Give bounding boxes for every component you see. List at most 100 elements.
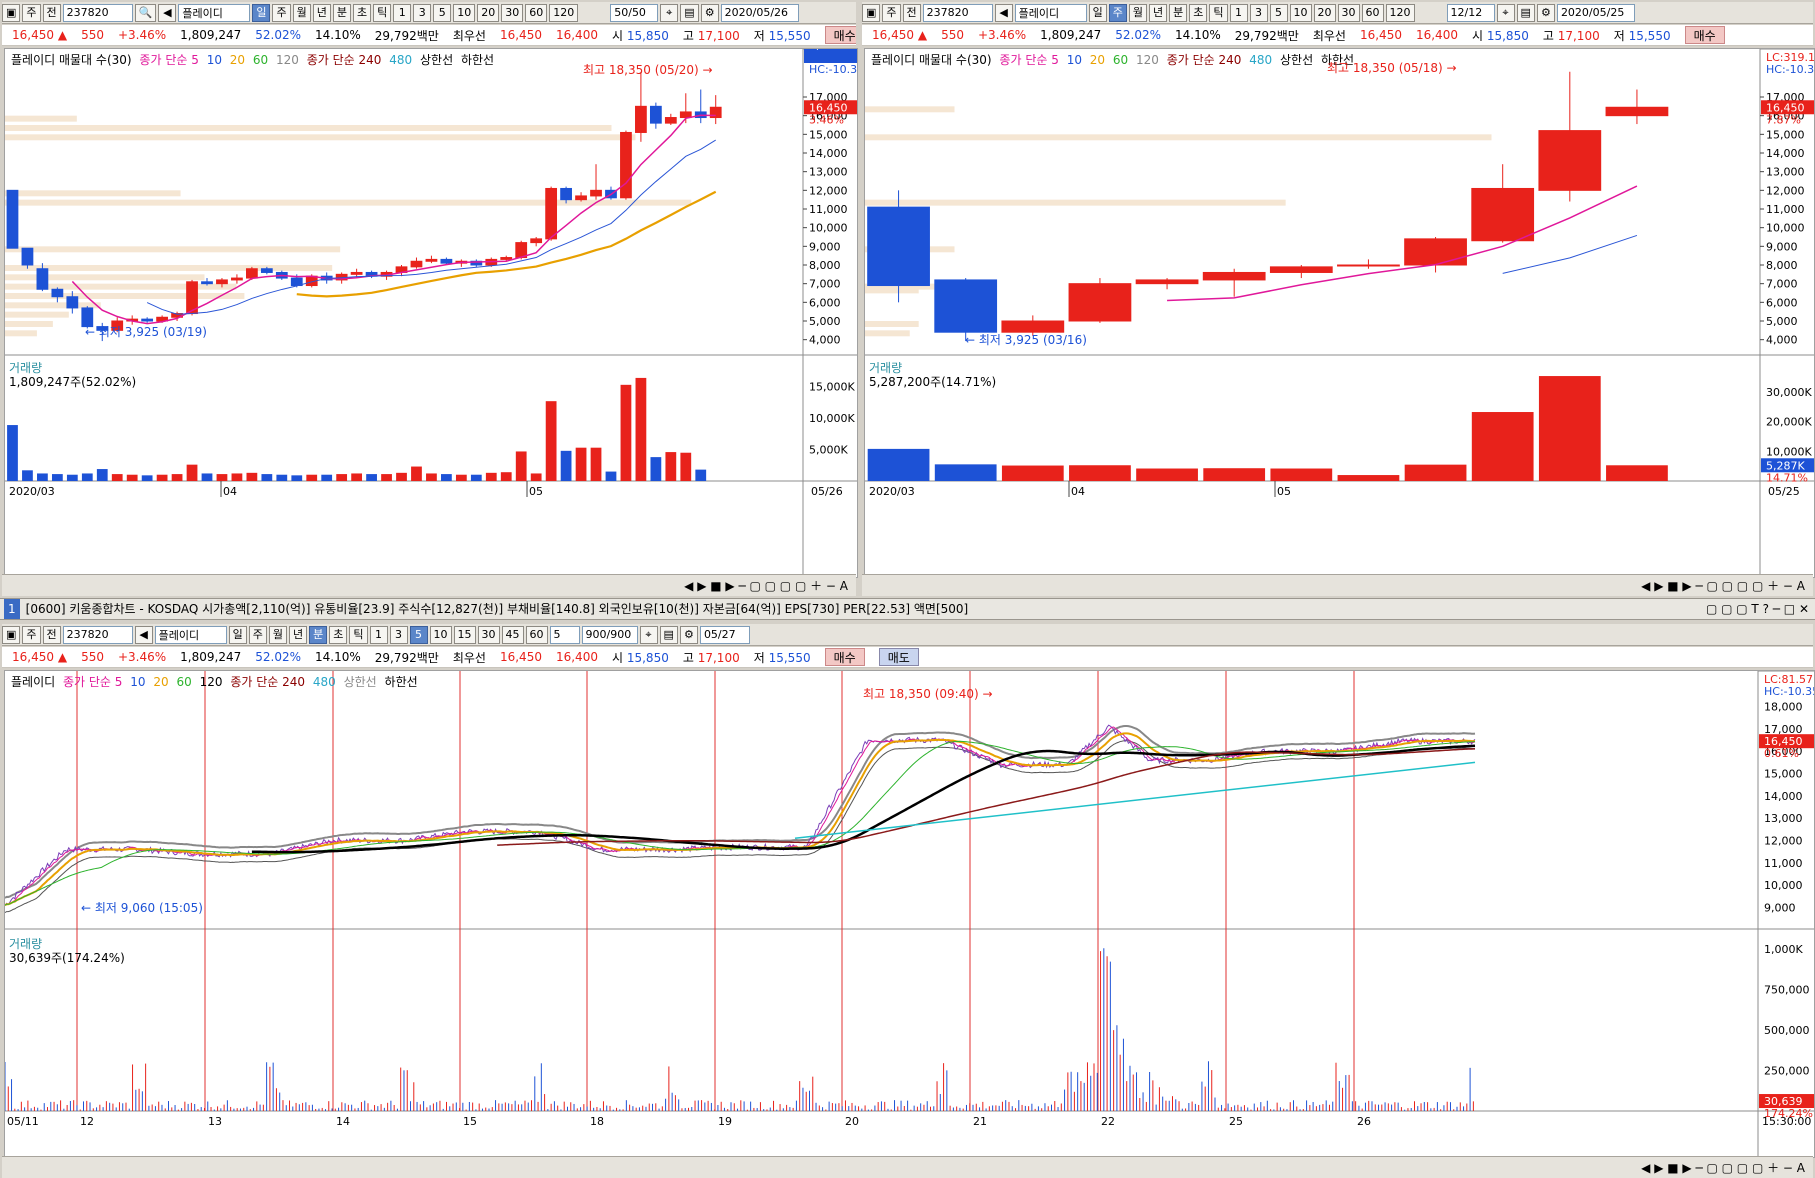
view-select[interactable]: 주	[882, 3, 901, 22]
period-year[interactable]: 년	[312, 3, 331, 22]
range-30[interactable]: 30	[1337, 3, 1360, 22]
period-minute[interactable]: 분	[1169, 3, 1188, 22]
period-second[interactable]: 초	[352, 3, 372, 22]
window-icon[interactable]: ▣	[2, 625, 21, 644]
weekly-scroll-bar[interactable]: ◀ ▶ ■ ▶ ─ ▢ ▢ ▢ ▢ ＋ − A	[862, 574, 1813, 596]
search-icon[interactable]: 🔍	[134, 3, 157, 22]
view-select[interactable]: 주	[22, 625, 41, 644]
range-3[interactable]: 3	[413, 3, 432, 22]
gear-icon[interactable]: ⚙	[1536, 3, 1555, 22]
save-icon[interactable]: ▤	[659, 625, 678, 644]
period-tick[interactable]: 틱	[1209, 3, 1228, 22]
crosshair-icon[interactable]: ⌖	[1496, 3, 1515, 22]
scope-select[interactable]: 전	[902, 3, 921, 22]
period-day[interactable]: 일	[228, 625, 247, 644]
period-tick[interactable]: 틱	[349, 625, 368, 644]
period-week[interactable]: 주	[248, 625, 267, 644]
range-1[interactable]: 1	[1229, 3, 1248, 22]
date-input[interactable]: 05/27	[699, 625, 750, 644]
window-icon[interactable]: ▣	[2, 3, 21, 22]
save-icon[interactable]: ▤	[680, 3, 699, 22]
daily-scroll-bar[interactable]: ◀ ▶ ■ ▶ ─ ▢ ▢ ▢ ▢ ＋ − A	[2, 574, 856, 596]
range-60[interactable]: 60	[1361, 3, 1384, 22]
buy-button[interactable]: 매수	[824, 26, 856, 44]
period-year[interactable]: 년	[289, 625, 308, 644]
period-minute[interactable]: 분	[332, 3, 351, 22]
min-5[interactable]: 5	[409, 625, 428, 644]
range-20[interactable]: 20	[477, 3, 500, 22]
speaker-icon[interactable]: ◀	[994, 3, 1013, 22]
date-input[interactable]: 2020/05/25	[1556, 3, 1635, 22]
crosshair-icon[interactable]: ⌖	[660, 3, 679, 22]
weekly-price-chart[interactable]: 17,000 16,000 15,000 14,000 13,000 12,000 11,0…	[864, 48, 1815, 578]
crosshair-icon[interactable]: ⌖	[639, 625, 658, 644]
min-10[interactable]: 10	[429, 625, 452, 644]
period-second[interactable]: 초	[1189, 3, 1208, 22]
gear-icon[interactable]: ⚙	[679, 625, 698, 644]
min-1[interactable]: 1	[369, 625, 388, 644]
zoom-controls[interactable]: ◀ ▶ ■ ▶ ─ ▢ ▢ ▢ ▢ ＋ − A	[1641, 1159, 1805, 1176]
window-number[interactable]: 1	[4, 599, 20, 619]
zoom-controls[interactable]: ◀ ▶ ■ ▶ ─ ▢ ▢ ▢ ▢ ＋ − A	[1641, 577, 1805, 594]
tick-select[interactable]: 5	[549, 625, 580, 644]
minute-price-chart[interactable]: 18,000 17,000 16,000 15,000 14,000 13,000 12,0…	[4, 670, 1815, 1158]
period-minute[interactable]: 분	[309, 625, 328, 644]
date-input[interactable]: 2020/05/26	[720, 3, 799, 22]
scope-select[interactable]: 전	[42, 625, 61, 644]
stock-name[interactable]: 플레이디	[178, 3, 251, 22]
min-30[interactable]: 30	[477, 625, 500, 644]
zoom-controls[interactable]: ◀ ▶ ■ ▶ ─ ▢ ▢ ▢ ▢ ＋ − A	[684, 577, 848, 594]
period-year[interactable]: 년	[1149, 3, 1168, 22]
code-input[interactable]: 237820	[62, 3, 133, 22]
view-select[interactable]: 주	[22, 3, 41, 22]
volume-bar	[261, 474, 273, 481]
window-icon[interactable]: ▣	[862, 3, 881, 22]
period-week[interactable]: 주	[1108, 3, 1127, 22]
period-day[interactable]: 일	[1088, 3, 1107, 22]
gear-icon[interactable]: ⚙	[700, 3, 719, 22]
minute-scroll-bar[interactable]: ◀ ▶ ■ ▶ ─ ▢ ▢ ▢ ▢ ＋ − A	[2, 1156, 1813, 1178]
code-input[interactable]: 237820	[922, 3, 993, 22]
candle-body	[560, 187, 572, 201]
range-3[interactable]: 3	[1249, 3, 1268, 22]
min-3[interactable]: 3	[389, 625, 408, 644]
period-month[interactable]: 월	[292, 3, 311, 22]
period-month[interactable]: 월	[268, 625, 288, 644]
stock-name[interactable]: 플레이디	[1014, 3, 1087, 22]
count-input[interactable]: 900/900	[581, 625, 638, 644]
speaker-icon[interactable]: ◀	[134, 625, 153, 644]
min-15[interactable]: 15	[453, 625, 476, 644]
bid-price: 16,400	[1415, 28, 1458, 42]
save-icon[interactable]: ▤	[1516, 3, 1535, 22]
sell-button[interactable]: 매도	[878, 648, 919, 666]
buy-button[interactable]: 매수	[824, 648, 865, 666]
range-30[interactable]: 30	[501, 3, 524, 22]
buy-button[interactable]: 매수	[1684, 26, 1725, 44]
scope-select[interactable]: 전	[42, 3, 61, 22]
range-1[interactable]: 1	[393, 3, 412, 22]
range-120[interactable]: 120	[1385, 3, 1415, 22]
stock-name[interactable]: 플레이디	[154, 625, 227, 644]
speaker-icon[interactable]: ◀	[158, 3, 177, 22]
period-week[interactable]: 주	[272, 3, 291, 22]
range-20[interactable]: 20	[1313, 3, 1336, 22]
count-input[interactable]: 50/50	[610, 3, 659, 22]
period-day[interactable]: 일	[252, 3, 271, 22]
range-120[interactable]: 120	[549, 3, 579, 22]
window-controls[interactable]: ▢ ▢ ▢ T ? ─ □ ✕	[1706, 599, 1809, 619]
period-second[interactable]: 초	[329, 625, 348, 644]
count-input[interactable]: 12/12	[1446, 3, 1495, 22]
range-5[interactable]: 5	[1269, 3, 1288, 22]
range-10[interactable]: 10	[1289, 3, 1312, 22]
legend-ma: 종가 단순 5	[139, 53, 199, 67]
code-input[interactable]: 237820	[62, 625, 133, 644]
min-45[interactable]: 45	[501, 625, 524, 644]
daily-price-chart[interactable]: 17,000 16,000 15,000 14,000 13,000 12,000 11,0…	[4, 48, 858, 578]
period-tick[interactable]: 틱	[373, 3, 392, 22]
range-5[interactable]: 5	[433, 3, 452, 22]
min-60[interactable]: 60	[525, 625, 548, 644]
period-month[interactable]: 월	[1128, 3, 1148, 22]
range-60[interactable]: 60	[525, 3, 548, 22]
candle-body	[1202, 271, 1266, 281]
range-10[interactable]: 10	[453, 3, 476, 22]
